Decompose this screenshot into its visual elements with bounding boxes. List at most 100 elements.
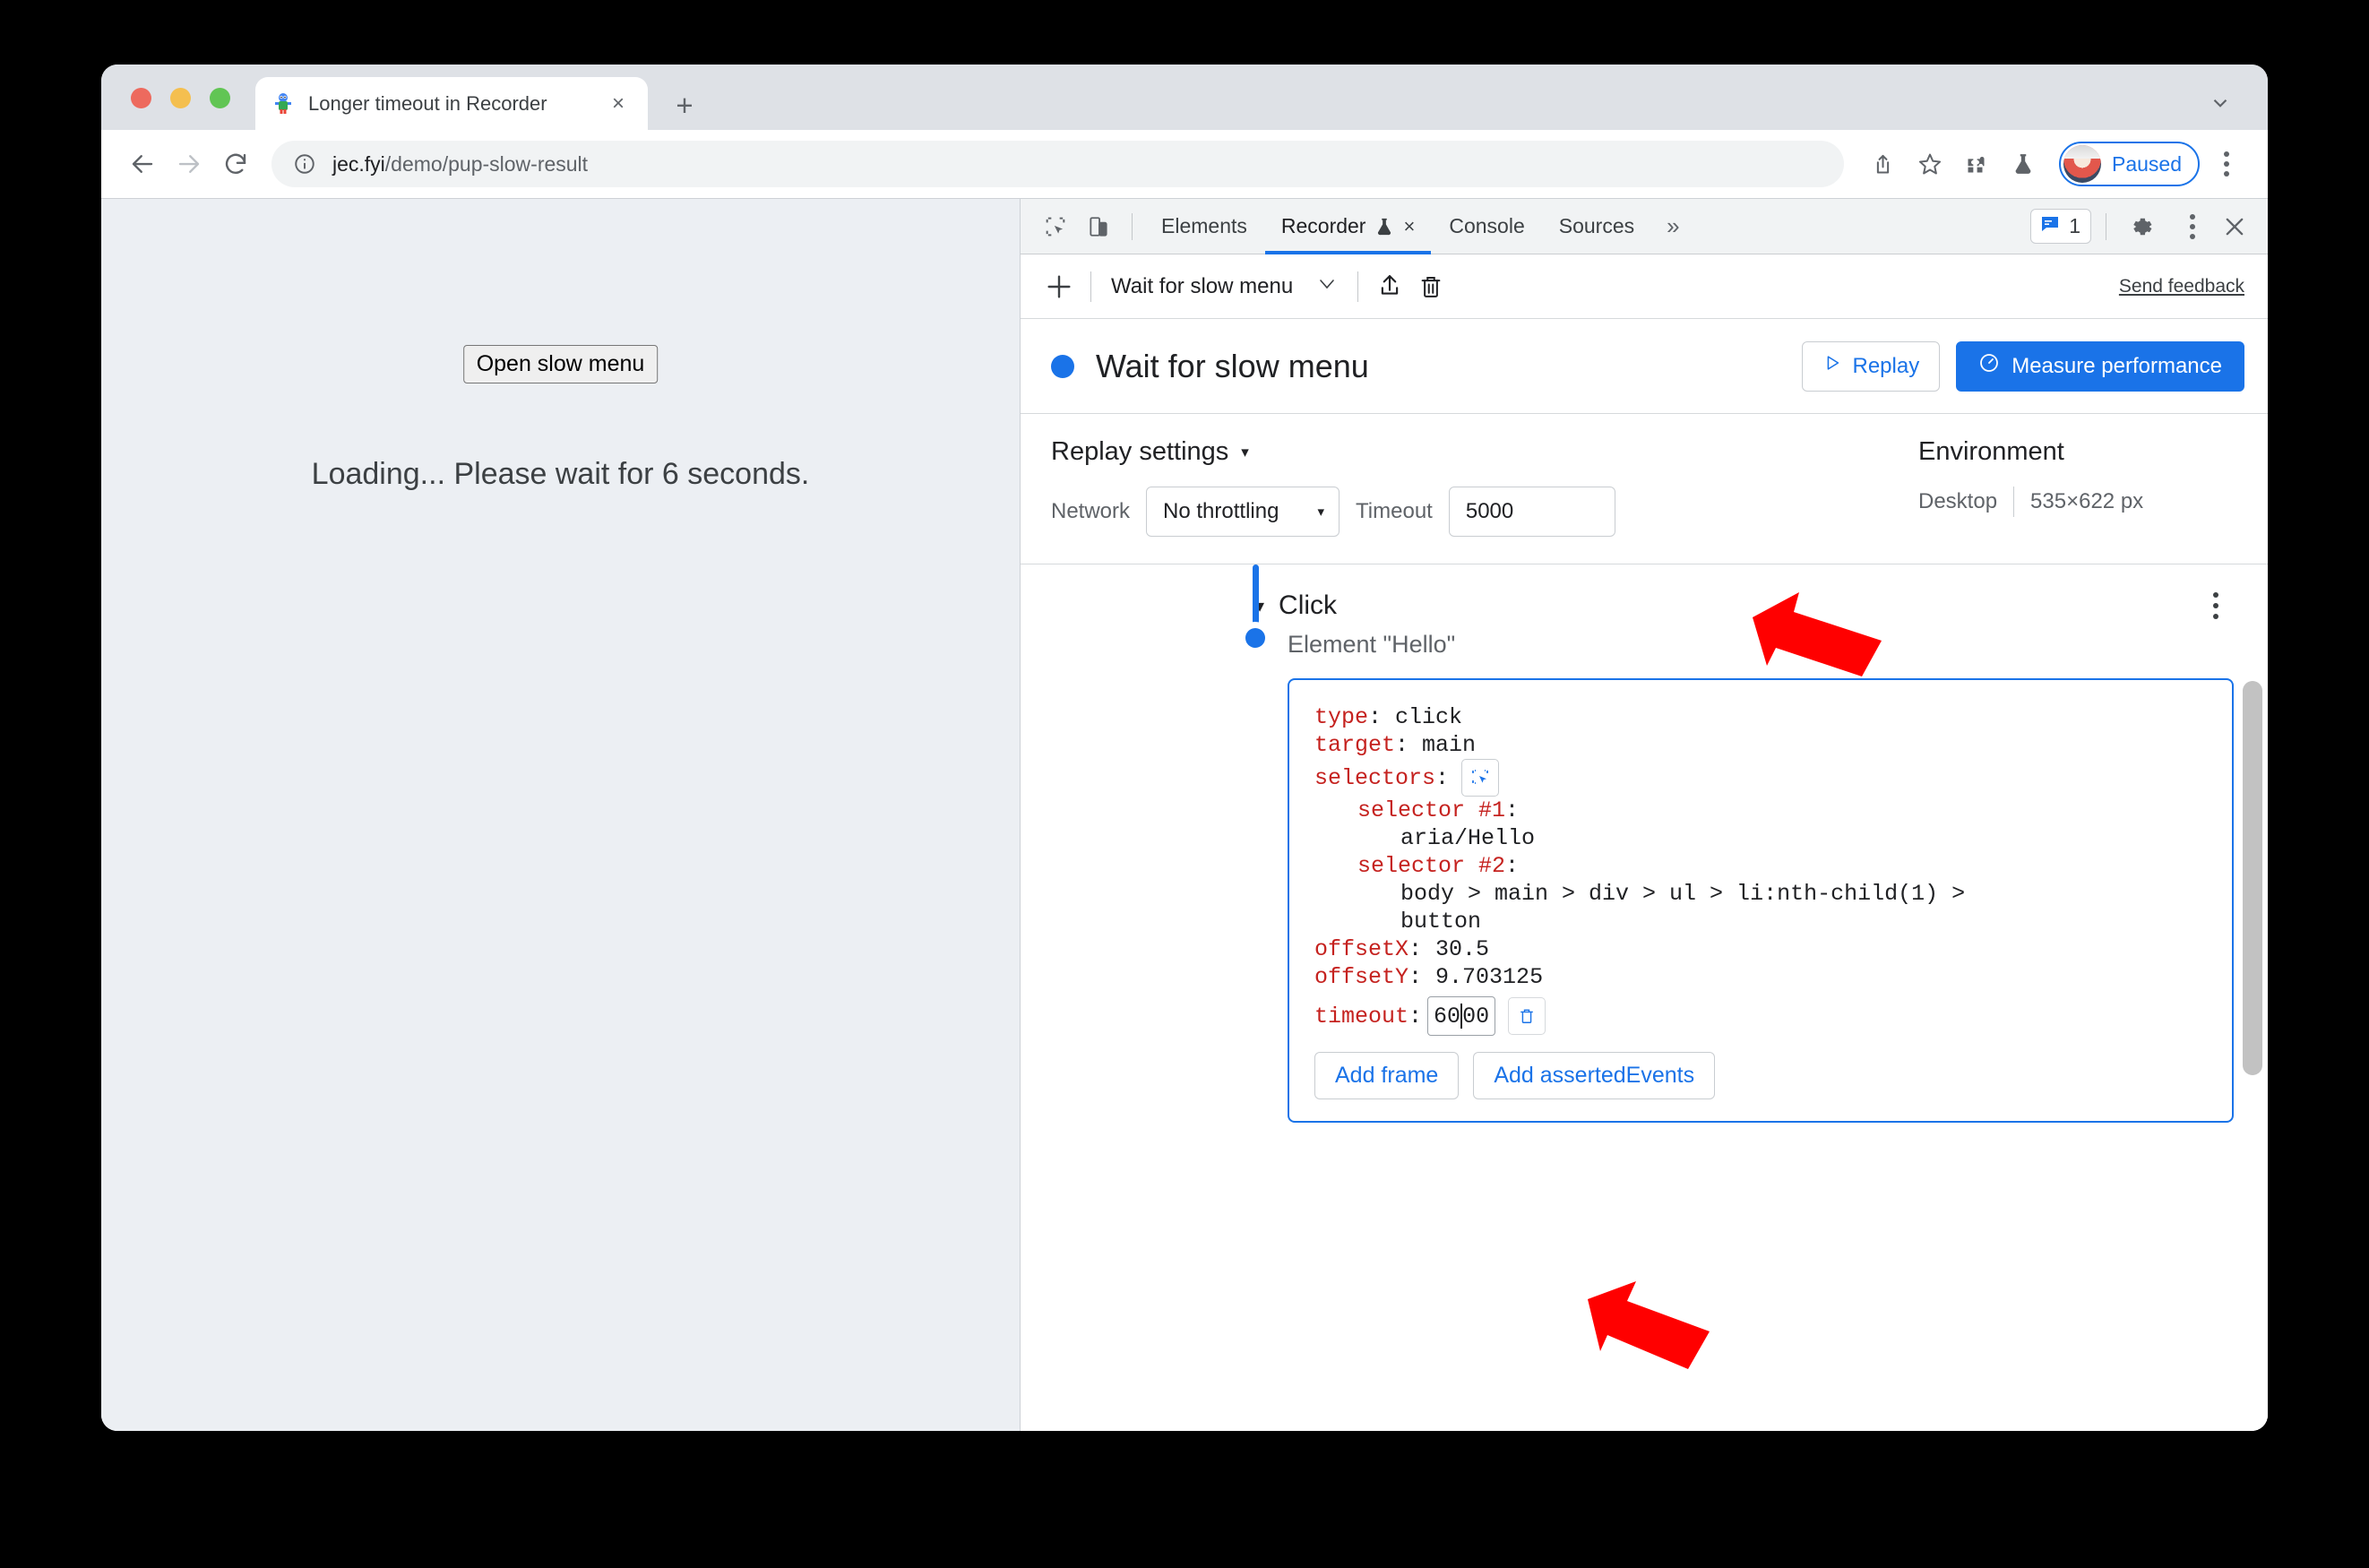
info-circle-icon[interactable] [291,151,318,177]
close-window-button[interactable] [131,88,151,108]
url-host: jec.fyi [332,151,385,176]
console-message-count: 1 [2069,214,2080,237]
performance-gauge-icon [1978,352,2000,380]
maximize-window-button[interactable] [210,88,230,108]
step-kebab-menu-icon[interactable] [2198,586,2234,625]
replay-settings-section: Replay settings ▾ Network No throttling … [1021,414,2268,564]
delete-recording-trash-icon[interactable] [1410,266,1452,307]
step-timeout-value-after: 00 [1462,1003,1490,1030]
export-upload-icon[interactable] [1369,266,1410,307]
network-throttling-select[interactable]: No throttling ▾ [1146,487,1340,537]
star-icon[interactable] [1908,142,1951,185]
code-line-selector2-value-2: button [1400,909,1482,935]
code-value-type: click [1395,704,1463,730]
delete-timeout-trash-icon[interactable] [1508,997,1546,1035]
network-label: Network [1051,499,1131,523]
code-line-offsety: offsetY: 9.703125 [1314,963,2207,991]
environment-section: Environment Desktop 535×622 px [1895,437,2244,537]
code-value-target: main [1422,732,1477,758]
inspect-element-icon[interactable] [1035,206,1076,247]
tab-console[interactable]: Console [1433,199,1540,254]
devtools-scrollbar[interactable] [2243,681,2262,1411]
console-messages-button[interactable]: 1 [2030,209,2091,244]
code-line-selector2-key: selector #2: [1314,852,2207,880]
replay-button-label: Replay [1852,353,1920,378]
tab-recorder[interactable]: Recorder × [1264,199,1432,254]
puppeteer-icon [271,92,295,116]
address-bar[interactable]: jec.fyi/demo/pup-slow-result [271,141,1844,187]
recording-title: Wait for slow menu [1096,347,1369,384]
step-timeout-input[interactable]: 60 00 [1427,996,1496,1036]
kebab-menu-icon[interactable] [2209,144,2244,184]
profile-paused-chip[interactable]: Paused [2058,142,2200,186]
new-tab-button[interactable]: + [668,88,702,122]
tab-sources[interactable]: Sources [1543,199,1650,254]
open-slow-menu-button[interactable]: Open slow menu [462,345,659,383]
code-key-offsety: offsetY [1314,964,1409,990]
gear-icon[interactable] [2121,206,2162,247]
recording-status-dot [1051,354,1074,378]
tab-elements[interactable]: Elements [1145,199,1263,254]
measure-performance-button[interactable]: Measure performance [1956,340,2244,392]
code-line-offsetx: offsetX: 30.5 [1314,935,2207,963]
timeline-line [1252,564,1259,625]
replay-timeout-input[interactable]: 5000 [1448,487,1615,537]
close-icon[interactable]: × [1403,215,1415,238]
avatar [2063,145,2101,183]
timeline-dot-wrapper [1239,622,1271,654]
flask-icon[interactable] [2002,142,2045,185]
forward-arrow-icon [166,141,212,187]
step-header[interactable]: ▾ Click [1255,586,2234,625]
devtools-kebab-menu-icon[interactable] [2175,207,2210,246]
close-icon[interactable] [2214,206,2255,247]
devtools-panel: Elements Recorder × Console Sources » 1 … [1021,199,2268,1431]
extensions-puzzle-icon[interactable] [1955,142,1998,185]
timeline-dot [1245,628,1265,648]
recording-selector[interactable]: Wait for slow menu [1102,274,1347,299]
scrollbar-thumb[interactable] [2243,681,2262,1075]
code-key-selectors: selectors [1314,764,1436,791]
content-area: Open slow menu Loading... Please wait fo… [101,198,2268,1431]
recorder-toolbar: Wait for slow menu Send feedback [1021,254,2268,319]
replay-settings-toggle[interactable]: Replay settings ▾ [1051,437,1895,467]
browser-tab[interactable]: Longer timeout in Recorder × [255,77,648,130]
code-action-buttons: Add frame Add assertedEvents [1314,1052,2207,1099]
send-feedback-link[interactable]: Send feedback [2119,276,2244,297]
measure-performance-label: Measure performance [2011,353,2222,378]
recording-header: Wait for slow menu Replay Measure perfor… [1021,319,2268,414]
selector-picker-icon[interactable] [1461,759,1500,797]
close-icon[interactable]: × [605,90,632,117]
page-viewport: Open slow menu Loading... Please wait fo… [101,199,1021,1431]
step-timeout-value-before: 60 [1434,1003,1461,1030]
device-toolbar-icon[interactable] [1078,206,1119,247]
more-tabs-icon[interactable]: » [1652,212,1693,240]
code-line-selector2-value-1: body > main > div > ul > li:nth-child(1)… [1400,881,1966,907]
step-subtitle: Element "Hello" [1288,631,1456,658]
add-recording-button[interactable] [1038,266,1080,307]
code-colon: : [1435,764,1450,791]
browser-toolbar: jec.fyi/demo/pup-slow-result Paused [101,130,2268,198]
back-arrow-icon[interactable] [119,141,166,187]
code-colon: : [1368,704,1396,730]
add-frame-button[interactable]: Add frame [1314,1052,1460,1099]
tab-elements-label: Elements [1161,214,1247,237]
devtools-tabbar: Elements Recorder × Console Sources » 1 [1021,199,2268,254]
step-name: Click [1279,590,1338,620]
chevron-down-icon[interactable] [2205,88,2235,118]
flask-icon [1374,217,1394,237]
timeout-label: Timeout [1356,499,1433,523]
add-asserted-events-button[interactable]: Add assertedEvents [1473,1052,1716,1099]
loading-status-text: Loading... Please wait for 6 seconds. [311,457,810,491]
reload-icon[interactable] [212,141,259,187]
divider [1132,212,1133,240]
code-colon: : [1408,1003,1423,1030]
code-key-selector2: selector #2 [1357,853,1506,879]
environment-title: Environment [1918,437,2064,466]
replay-button[interactable]: Replay [1801,340,1941,392]
network-throttling-value: No throttling [1163,499,1279,523]
code-key-type: type [1314,704,1369,730]
minimize-window-button[interactable] [170,88,191,108]
code-key-target: target [1314,732,1396,758]
console-message-icon [2039,213,2061,239]
share-icon[interactable] [1862,142,1905,185]
